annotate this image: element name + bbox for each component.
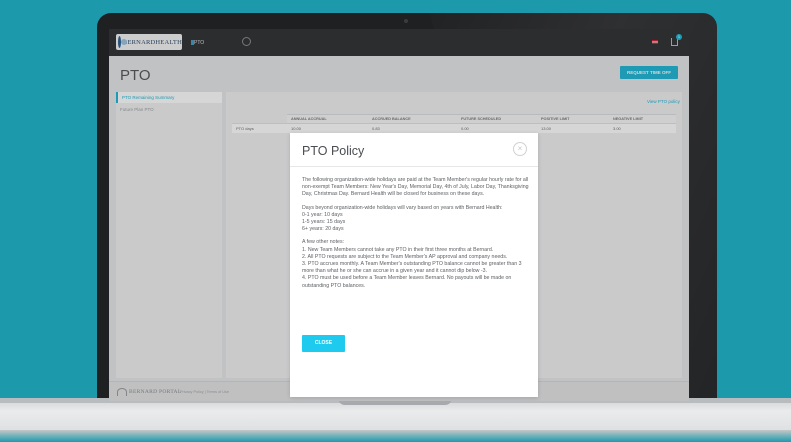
- close-icon[interactable]: ×: [513, 142, 527, 156]
- tier-item: 6+ years: 20 days: [302, 226, 344, 233]
- app-screen: BERNARDHEALTH PTO 1 PTO REQUEST TIME OFF…: [109, 29, 689, 401]
- notes-intro: A few other notes:: [302, 239, 345, 246]
- close-button[interactable]: CLOSE: [302, 335, 345, 352]
- modal-title: PTO Policy: [302, 144, 365, 158]
- tiers-intro: Days beyond organization-wide holidays w…: [302, 204, 503, 211]
- pto-policy-modal: PTO Policy × The following organization-…: [290, 133, 538, 397]
- camera: [404, 19, 408, 23]
- note-item: 4. PTO must be used before a Team Member…: [302, 275, 512, 289]
- note-item: 3. PTO accrues monthly. A Team Member's …: [302, 261, 522, 275]
- tiers-paragraph: Days beyond organization-wide holidays w…: [302, 205, 530, 234]
- modal-body: The following organization-wide holidays…: [302, 177, 530, 296]
- notes-paragraph: A few other notes: 1. New Team Members c…: [302, 239, 530, 289]
- tier-item: 0-1 year: 10 days: [302, 211, 343, 218]
- note-item: 2. All PTO requests are subject to the T…: [302, 253, 508, 260]
- laptop-shadow: [0, 430, 791, 442]
- tier-item: 1-5 years: 15 days: [302, 219, 346, 226]
- modal-divider: [290, 166, 538, 167]
- holidays-paragraph: The following organization-wide holidays…: [302, 177, 529, 198]
- note-item: 1. New Team Members cannot take any PTO …: [302, 246, 494, 253]
